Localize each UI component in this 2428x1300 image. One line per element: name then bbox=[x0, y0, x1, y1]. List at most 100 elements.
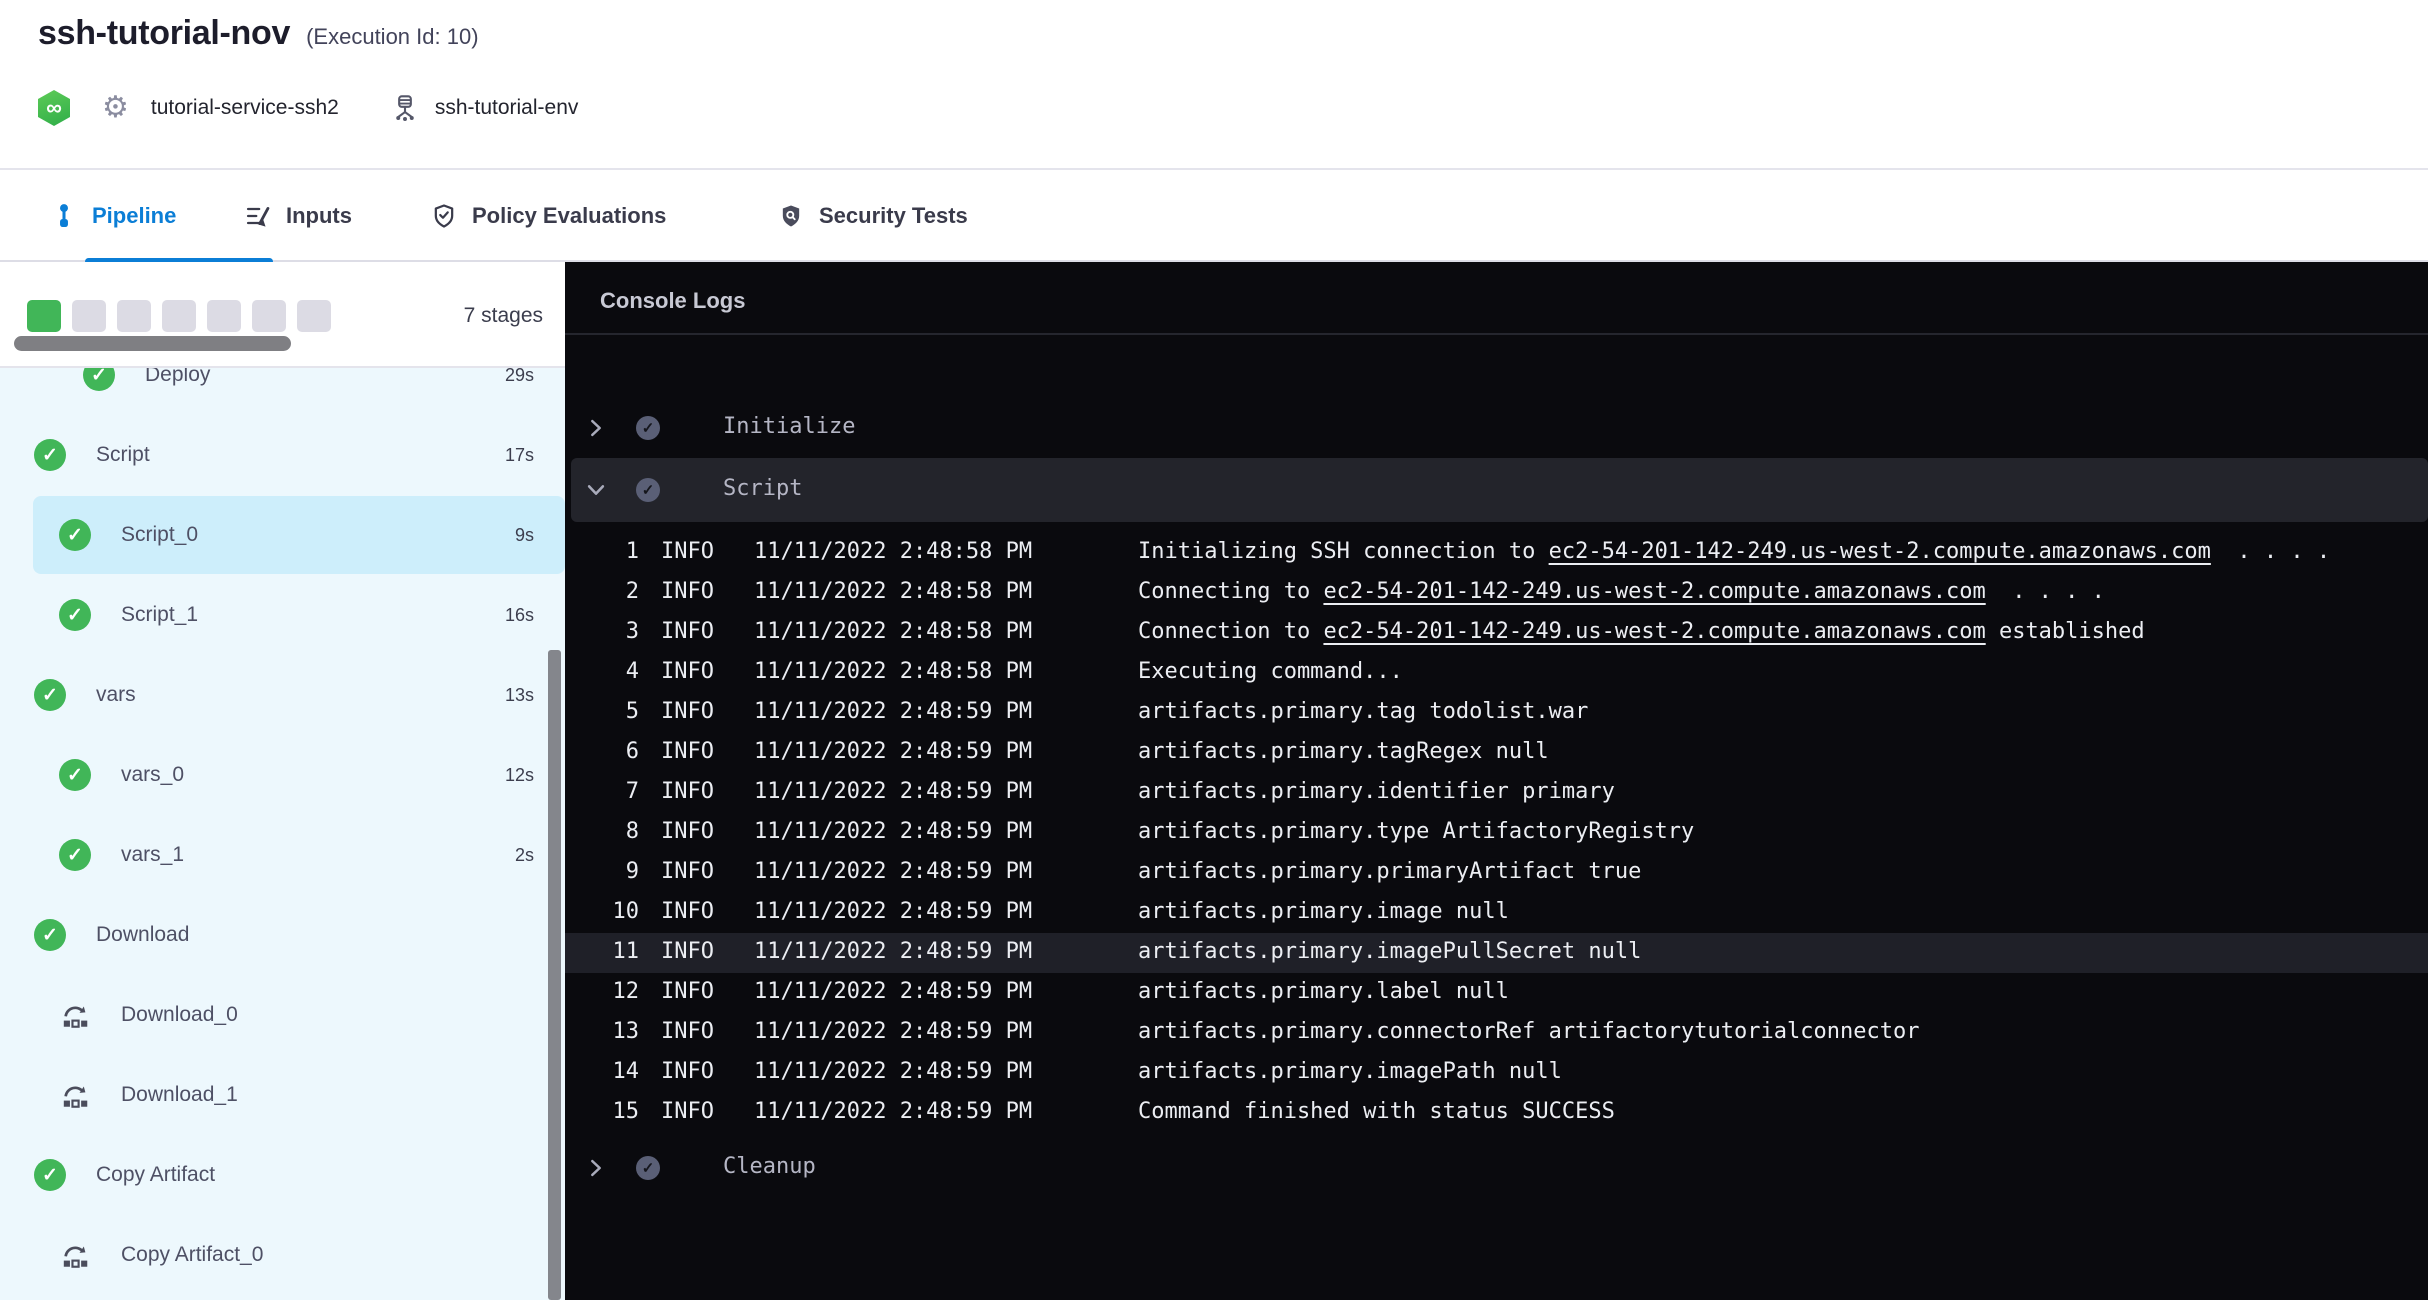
log-message: Executing command... bbox=[1138, 659, 1403, 684]
chevron-right-icon[interactable] bbox=[585, 1157, 607, 1179]
log-line-number: 13 bbox=[565, 1019, 639, 1044]
stage-item-vars[interactable]: ✓vars13s bbox=[0, 655, 565, 735]
environment-name-link[interactable]: ssh-tutorial-env bbox=[435, 96, 579, 120]
log-line-number: 15 bbox=[565, 1099, 639, 1124]
success-check-icon: ✓ bbox=[59, 759, 91, 791]
tab-pipeline[interactable]: Pipeline bbox=[50, 170, 176, 262]
log-line-number: 7 bbox=[565, 779, 639, 804]
log-line-7[interactable]: 7INFO11/11/2022 2:48:59 PMartifacts.prim… bbox=[565, 773, 2428, 813]
stage-item-copy-artifact[interactable]: ✓Copy Artifact bbox=[0, 1135, 565, 1215]
stage-progress-segment bbox=[207, 300, 241, 332]
stage-progress-segment bbox=[72, 300, 106, 332]
pipeline-execution-page: ssh-tutorial-nov (Execution Id: 10) ∞ ⚙ … bbox=[0, 0, 2428, 1300]
stage-item-download-1[interactable]: Download_1 bbox=[0, 1055, 565, 1135]
log-timestamp: 11/11/2022 2:48:59 PM bbox=[754, 779, 1032, 804]
log-line-number: 1 bbox=[565, 539, 639, 564]
log-message-text: artifacts.primary.tag todolist.war bbox=[1138, 699, 1588, 724]
log-line-13[interactable]: 13INFO11/11/2022 2:48:59 PMartifacts.pri… bbox=[565, 1013, 2428, 1053]
page-title: ssh-tutorial-nov bbox=[38, 14, 290, 53]
status-check-icon: ✓ bbox=[636, 1156, 660, 1180]
log-timestamp: 11/11/2022 2:48:59 PM bbox=[754, 979, 1032, 1004]
stage-item-download-0[interactable]: Download_0 bbox=[0, 975, 565, 1055]
log-timestamp: 11/11/2022 2:48:59 PM bbox=[754, 899, 1032, 924]
log-line-9[interactable]: 9INFO11/11/2022 2:48:59 PMartifacts.prim… bbox=[565, 853, 2428, 893]
log-line-10[interactable]: 10INFO11/11/2022 2:48:59 PMartifacts.pri… bbox=[565, 893, 2428, 933]
stage-label: Download_0 bbox=[121, 1003, 238, 1027]
inputs-icon bbox=[244, 202, 272, 230]
host-link[interactable]: ec2-54-201-142-249.us-west-2.compute.ama… bbox=[1549, 539, 2211, 564]
log-message: Command finished with status SUCCESS bbox=[1138, 1099, 1615, 1124]
execution-tabbar: Pipeline Inputs Poli bbox=[0, 170, 2428, 262]
selection-band bbox=[33, 816, 565, 894]
log-level: INFO bbox=[661, 899, 714, 924]
log-line-number: 11 bbox=[565, 939, 639, 964]
service-environment-row: ∞ ⚙ tutorial-service-ssh2 ssh-tutorial-e… bbox=[38, 86, 578, 130]
stage-item-vars-1[interactable]: ✓vars_12s bbox=[0, 815, 565, 895]
log-message: artifacts.primary.type ArtifactoryRegist… bbox=[1138, 819, 1694, 844]
stage-item-script[interactable]: ✓Script17s bbox=[0, 415, 565, 495]
log-line-5[interactable]: 5INFO11/11/2022 2:48:59 PMartifacts.prim… bbox=[565, 693, 2428, 733]
log-line-12[interactable]: 12INFO11/11/2022 2:48:59 PMartifacts.pri… bbox=[565, 973, 2428, 1013]
log-message-text: artifacts.primary.imagePullSecret null bbox=[1138, 939, 1641, 964]
log-timestamp: 11/11/2022 2:48:59 PM bbox=[754, 939, 1032, 964]
stage-item-script-1[interactable]: ✓Script_116s bbox=[0, 575, 565, 655]
stage-item-script-0[interactable]: ✓Script_09s bbox=[0, 495, 565, 575]
stage-label: Script_0 bbox=[121, 523, 198, 547]
log-message: artifacts.primary.imagePullSecret null bbox=[1138, 939, 1641, 964]
stage-item-deploy[interactable]: ✓Deploy29s bbox=[0, 368, 565, 415]
horizontal-scrollbar-thumb[interactable] bbox=[14, 336, 291, 351]
console-logs-panel: Console Logs ✓ Initialize ✓ Script 1INFO… bbox=[565, 262, 2428, 1300]
log-line-6[interactable]: 6INFO11/11/2022 2:48:59 PMartifacts.prim… bbox=[565, 733, 2428, 773]
log-line-15[interactable]: 15INFO11/11/2022 2:48:59 PMCommand finis… bbox=[565, 1093, 2428, 1133]
log-message: artifacts.primary.tagRegex null bbox=[1138, 739, 1549, 764]
stage-item-download[interactable]: ✓Download bbox=[0, 895, 565, 975]
selection-band bbox=[33, 1216, 565, 1294]
log-message: artifacts.primary.identifier primary bbox=[1138, 779, 1615, 804]
log-line-number: 8 bbox=[565, 819, 639, 844]
log-line-number: 9 bbox=[565, 859, 639, 884]
tab-policy-evaluations[interactable]: Policy Evaluations bbox=[430, 170, 666, 262]
success-check-icon: ✓ bbox=[34, 1159, 66, 1191]
tab-security-tests[interactable]: Security Tests bbox=[777, 170, 968, 262]
log-line-2[interactable]: 2INFO11/11/2022 2:48:58 PMConnecting to … bbox=[565, 573, 2428, 613]
log-line-4[interactable]: 4INFO11/11/2022 2:48:58 PMExecuting comm… bbox=[565, 653, 2428, 693]
status-check-icon: ✓ bbox=[636, 416, 660, 440]
log-line-number: 3 bbox=[565, 619, 639, 644]
status-check-icon: ✓ bbox=[636, 478, 660, 502]
log-line-number: 14 bbox=[565, 1059, 639, 1084]
stage-list: ✓Deploy29s✓Script17s✓Script_09s✓Script_1… bbox=[0, 368, 565, 1300]
stage-item-copy-artifact-0[interactable]: Copy Artifact_0 bbox=[0, 1215, 565, 1295]
stage-duration: 9s bbox=[515, 525, 534, 546]
log-line-1[interactable]: 1INFO11/11/2022 2:48:58 PMInitializing S… bbox=[565, 533, 2428, 573]
log-message-text: Connecting to bbox=[1138, 579, 1323, 604]
looping-strategy-icon bbox=[59, 1079, 91, 1111]
log-timestamp: 11/11/2022 2:48:58 PM bbox=[754, 579, 1032, 604]
tab-inputs-label: Inputs bbox=[286, 203, 352, 229]
host-link[interactable]: ec2-54-201-142-249.us-west-2.compute.ama… bbox=[1323, 619, 1985, 644]
service-name-link[interactable]: tutorial-service-ssh2 bbox=[151, 96, 339, 120]
log-line-11[interactable]: 11INFO11/11/2022 2:48:59 PMartifacts.pri… bbox=[565, 933, 2428, 973]
tab-inputs[interactable]: Inputs bbox=[244, 170, 352, 262]
log-level: INFO bbox=[661, 699, 714, 724]
log-section-script[interactable]: ✓ Script bbox=[565, 464, 2428, 516]
log-section-initialize[interactable]: ✓ Initialize bbox=[565, 402, 2428, 454]
log-timestamp: 11/11/2022 2:48:59 PM bbox=[754, 859, 1032, 884]
chevron-down-icon[interactable] bbox=[585, 479, 607, 501]
stage-progress-segment bbox=[27, 300, 61, 332]
log-line-8[interactable]: 8INFO11/11/2022 2:48:59 PMartifacts.prim… bbox=[565, 813, 2428, 853]
stage-label: Script bbox=[96, 443, 150, 467]
log-line-14[interactable]: 14INFO11/11/2022 2:48:59 PMartifacts.pri… bbox=[565, 1053, 2428, 1093]
stages-count-label: 7 stages bbox=[464, 304, 543, 328]
log-timestamp: 11/11/2022 2:48:59 PM bbox=[754, 1019, 1032, 1044]
log-section-cleanup[interactable]: ✓ Cleanup bbox=[565, 1142, 2428, 1194]
selection-band bbox=[33, 576, 565, 654]
stage-duration: 2s bbox=[515, 845, 534, 866]
host-link[interactable]: ec2-54-201-142-249.us-west-2.compute.ama… bbox=[1323, 579, 1985, 604]
log-message: artifacts.primary.imagePath null bbox=[1138, 1059, 1562, 1084]
log-line-number: 5 bbox=[565, 699, 639, 724]
chevron-right-icon[interactable] bbox=[585, 417, 607, 439]
stage-item-vars-0[interactable]: ✓vars_012s bbox=[0, 735, 565, 815]
vertical-scrollbar-thumb[interactable] bbox=[548, 650, 561, 1300]
stage-label: Script_1 bbox=[121, 603, 198, 627]
log-line-3[interactable]: 3INFO11/11/2022 2:48:58 PMConnection to … bbox=[565, 613, 2428, 653]
